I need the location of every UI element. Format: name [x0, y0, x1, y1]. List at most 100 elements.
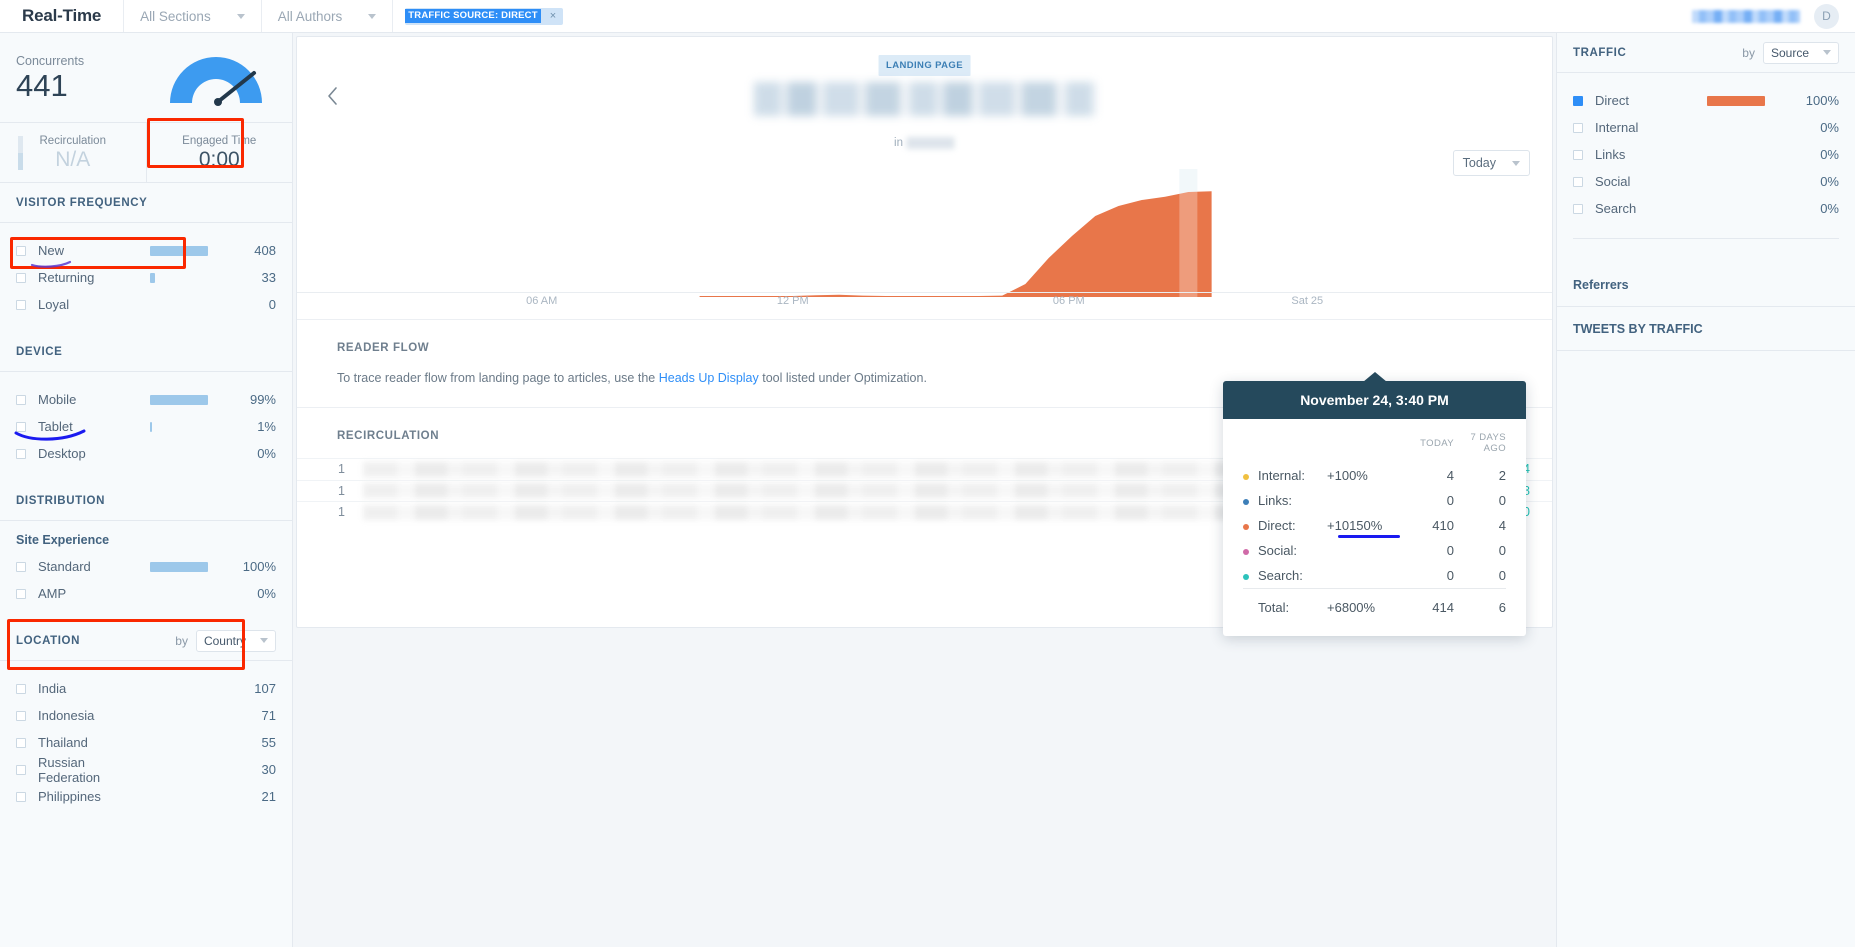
- row-value: 1%: [257, 419, 276, 434]
- row-index: 1: [338, 483, 345, 498]
- traffic-groupby-label: Source: [1770, 45, 1809, 60]
- row-checkbox[interactable]: [1573, 95, 1583, 106]
- row-checkbox[interactable]: [16, 448, 26, 459]
- row-index: 1: [338, 505, 345, 520]
- row-checkbox[interactable]: [16, 764, 26, 775]
- recirculation-metric: Recirculation N/A: [0, 123, 146, 182]
- row-checkbox[interactable]: [16, 683, 26, 694]
- tooltip-row-change: [1327, 563, 1402, 589]
- row-checkbox[interactable]: [16, 245, 26, 256]
- tooltip-row-prev: 2: [1498, 468, 1506, 483]
- traffic-area-chart[interactable]: [298, 169, 1553, 297]
- row-bar-cell: [1707, 95, 1793, 106]
- row-checkbox[interactable]: [1573, 203, 1583, 214]
- metric-row[interactable]: Direct 100%: [1557, 87, 1855, 114]
- row-value: 99%: [249, 392, 276, 407]
- tooltip-row-change: [1327, 538, 1402, 563]
- device-header: DEVICE: [0, 332, 292, 372]
- tooltip-total-row: Total: +6800% 414 6: [1243, 588, 1506, 620]
- sections-filter-dropdown[interactable]: All Sections: [124, 0, 262, 32]
- metric-row[interactable]: Social 0%: [1557, 168, 1855, 195]
- tooltip-row-prev: 0: [1498, 493, 1506, 508]
- metric-row[interactable]: Standard 100%: [0, 553, 292, 580]
- visitor-frequency-title: VISITOR FREQUENCY: [16, 196, 148, 209]
- metric-row[interactable]: Loyal 0: [0, 291, 292, 318]
- row-value: 55: [261, 735, 276, 750]
- recirculation-value: N/A: [55, 148, 91, 171]
- chevron-down-icon: [236, 13, 245, 19]
- metric-row[interactable]: Philippines 21: [0, 783, 292, 810]
- metric-row[interactable]: India 107: [0, 675, 292, 702]
- site-name-redacted[interactable]: [1692, 9, 1800, 23]
- metric-row[interactable]: Indonesia 71: [0, 702, 292, 729]
- tooltip-total-label: Total:: [1243, 588, 1328, 620]
- row-checkbox[interactable]: [16, 588, 26, 599]
- metric-row[interactable]: Russian Federation 30: [0, 754, 292, 785]
- row-bar-cell: [150, 561, 230, 572]
- axis-line: [297, 292, 1552, 293]
- avatar[interactable]: D: [1814, 3, 1839, 29]
- row-checkbox[interactable]: [1573, 122, 1583, 133]
- row-bar: [150, 245, 208, 256]
- metric-row[interactable]: Thailand 55: [0, 729, 292, 756]
- row-checkbox[interactable]: [16, 710, 26, 721]
- tooltip-row-today: 410: [1432, 518, 1454, 533]
- tooltip-row-label: Direct:: [1243, 513, 1327, 538]
- authors-filter-label: All Authors: [277, 8, 343, 24]
- row-value: 408: [254, 243, 276, 258]
- row-checkbox[interactable]: [1573, 176, 1583, 187]
- row-label: Internal: [1595, 120, 1639, 135]
- row-value: 71: [261, 708, 276, 723]
- brand-title: Real-Time: [0, 0, 125, 32]
- row-label: AMP: [38, 586, 67, 601]
- row-checkbox[interactable]: [16, 272, 26, 283]
- row-checkbox[interactable]: [16, 737, 26, 748]
- row-checkbox[interactable]: [16, 421, 26, 432]
- metric-row[interactable]: Returning 33: [0, 264, 292, 291]
- metric-row[interactable]: Tablet 1%: [0, 413, 292, 440]
- tweets-by-traffic-section[interactable]: TWEETS BY TRAFFIC: [1557, 307, 1855, 351]
- row-bar-cell: [150, 245, 230, 256]
- metric-row[interactable]: Internal 0%: [1557, 114, 1855, 141]
- location-groupby-dropdown[interactable]: Country: [195, 629, 276, 652]
- row-checkbox[interactable]: [16, 791, 26, 802]
- metric-row[interactable]: New 408: [0, 237, 292, 264]
- metric-row[interactable]: Search 0%: [1557, 195, 1855, 222]
- tooltip-row-label: Links:: [1243, 488, 1327, 513]
- back-arrow-icon[interactable]: [322, 85, 344, 107]
- concurrents-value: 441: [16, 68, 68, 103]
- tooltip-row: Internal: +100% 4 2: [1243, 463, 1506, 488]
- row-value: 0%: [257, 586, 276, 601]
- row-label: Search: [1595, 201, 1637, 216]
- referrers-section[interactable]: Referrers: [1557, 263, 1855, 307]
- row-value: 0%: [257, 446, 276, 461]
- close-icon[interactable]: ×: [550, 10, 556, 22]
- tooltip-prev-header: 7 DAYS AGO: [1470, 432, 1506, 454]
- metric-row[interactable]: Links 0%: [1557, 141, 1855, 168]
- distribution-title: DISTRIBUTION: [16, 494, 105, 507]
- x-tick-label: Sat 25: [1291, 295, 1324, 307]
- page-title-redacted[interactable]: [753, 82, 1096, 116]
- legend-dot-icon: [1243, 498, 1249, 505]
- metric-row[interactable]: Mobile 99%: [0, 386, 292, 413]
- row-checkbox[interactable]: [16, 299, 26, 310]
- tooltip-row-today: 0: [1446, 543, 1454, 558]
- traffic-list: Direct 100% Internal 0% Links 0% Social 0% Searc…: [1557, 87, 1855, 222]
- x-tick-label: 06 PM: [1052, 295, 1085, 307]
- landing-page-badge: LANDING PAGE: [878, 55, 971, 76]
- row-label: Russian Federation: [38, 754, 101, 785]
- row-checkbox[interactable]: [16, 394, 26, 405]
- row-bar: [1707, 95, 1765, 106]
- metric-row[interactable]: Desktop 0%: [0, 440, 292, 467]
- metric-row[interactable]: AMP 0%: [0, 580, 292, 607]
- tooltip-row: Search: 0 0: [1243, 563, 1506, 589]
- date-range-label: Today: [1462, 156, 1496, 170]
- traffic-groupby-dropdown[interactable]: Source: [1762, 41, 1839, 64]
- authors-filter-dropdown[interactable]: All Authors: [262, 0, 394, 32]
- row-checkbox[interactable]: [16, 561, 26, 572]
- heads-up-display-link[interactable]: Heads Up Display: [659, 371, 759, 385]
- row-checkbox[interactable]: [1573, 149, 1583, 160]
- location-by-label: by: [175, 633, 188, 648]
- x-tick-label: 12 PM: [776, 295, 809, 307]
- traffic-source-filter-chip[interactable]: TRAFFIC SOURCE: DIRECT ×: [405, 7, 564, 25]
